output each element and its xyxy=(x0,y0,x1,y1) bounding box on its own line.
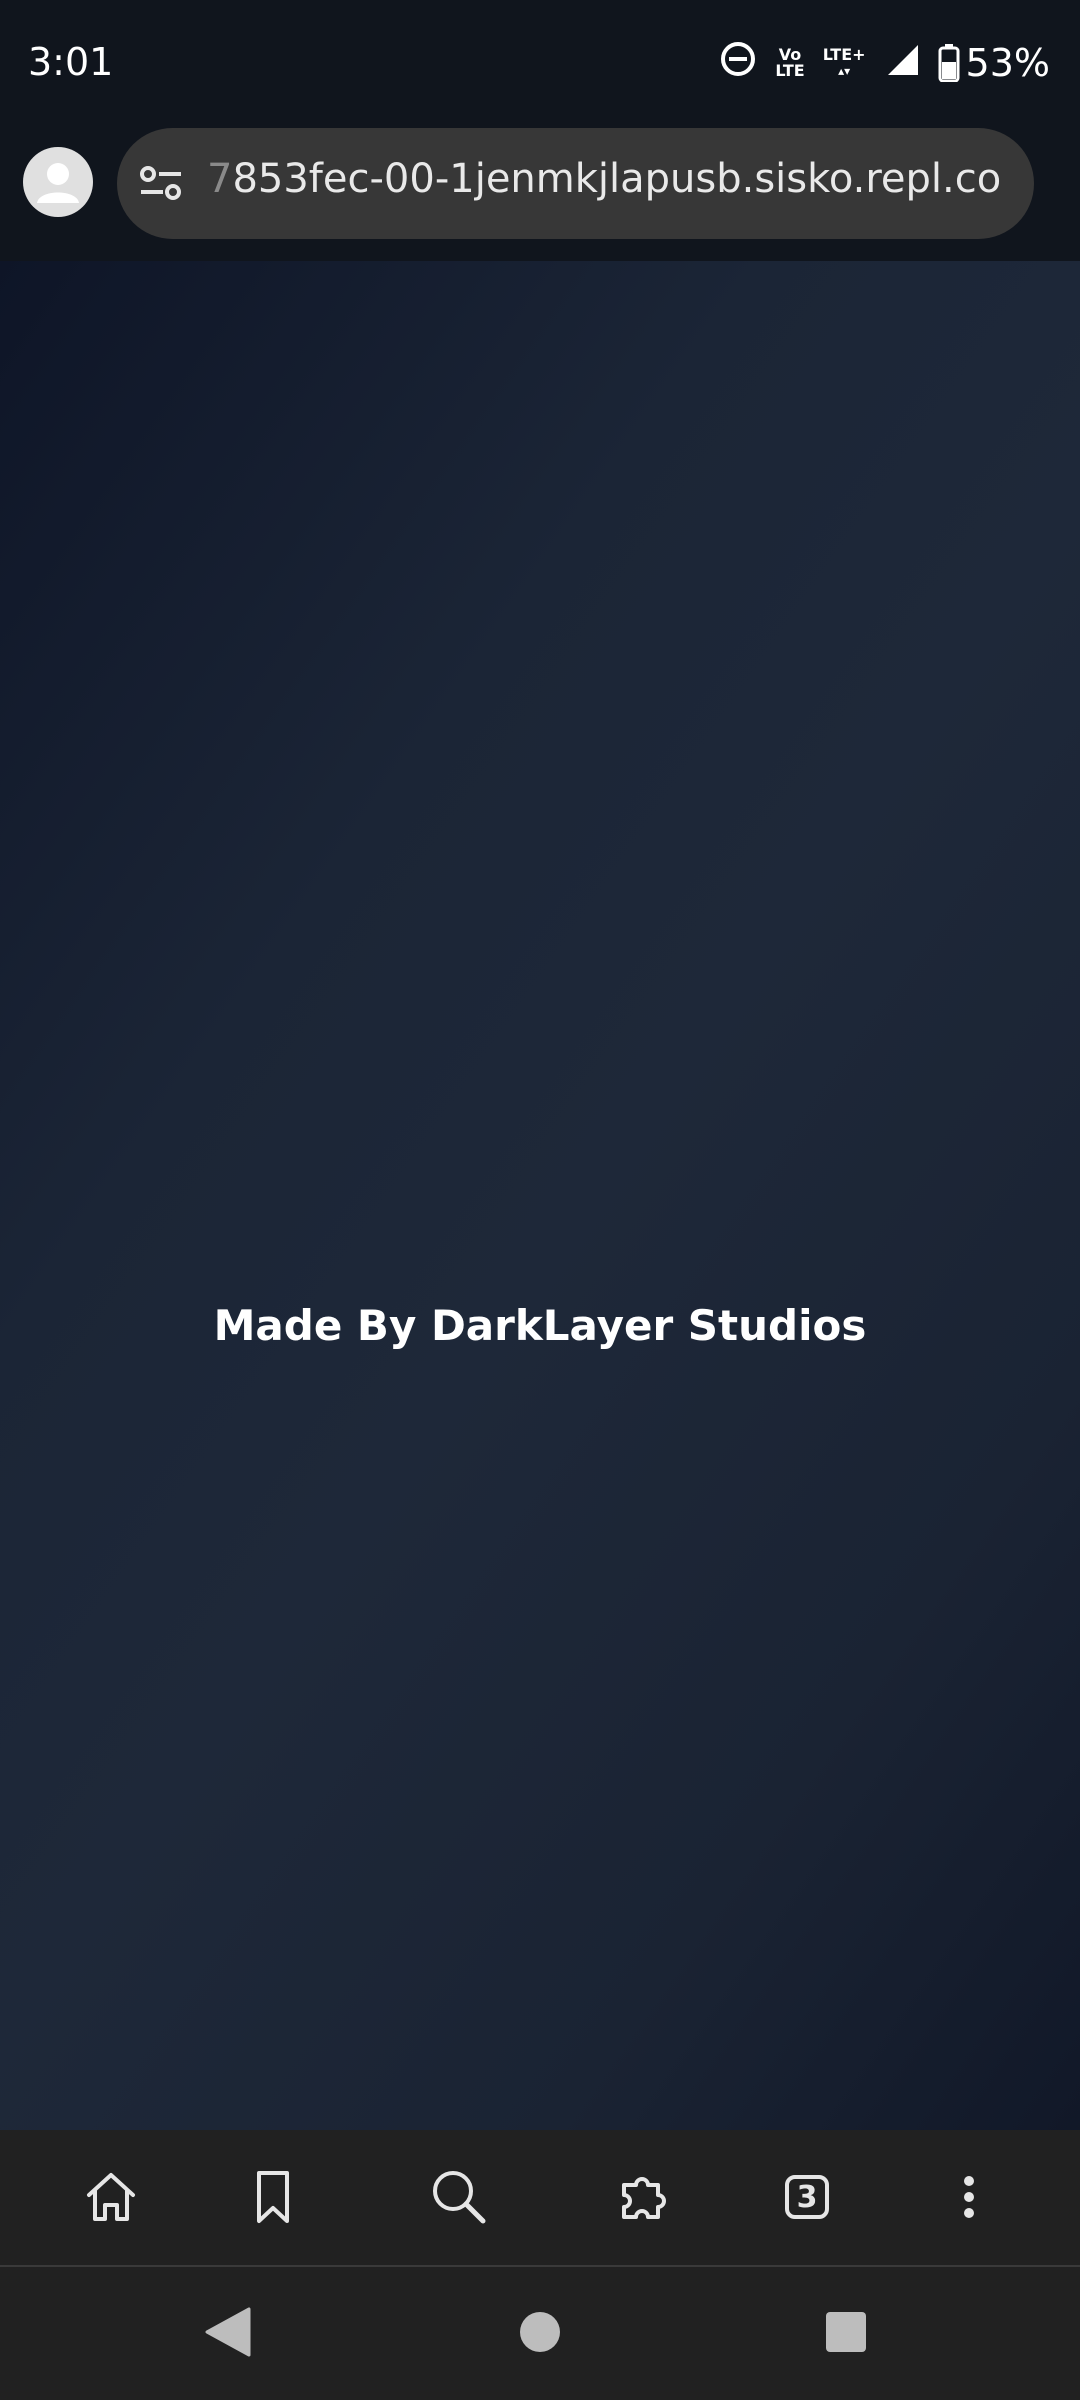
system-nav-bar xyxy=(0,2267,1080,2400)
home-button[interactable] xyxy=(76,2162,146,2232)
address-bar[interactable]: 7853fec-00-1jenmkjlapusb.sisko.repl.co xyxy=(117,128,1034,239)
bookmark-icon xyxy=(257,2171,289,2223)
status-time: 3:01 xyxy=(28,40,114,84)
tabs-button[interactable]: 3 xyxy=(772,2162,842,2232)
site-settings-icon[interactable] xyxy=(139,164,183,209)
back-icon[interactable] xyxy=(205,2307,251,2362)
bookmark-button[interactable] xyxy=(238,2162,308,2232)
extensions-icon xyxy=(622,2177,666,2219)
network-label: LTE+ xyxy=(822,45,866,64)
browser-toolbar: 3 xyxy=(0,2130,1080,2267)
more-menu-button[interactable] xyxy=(934,2162,1004,2232)
credit-text: Made By DarkLayer Studios xyxy=(213,1301,867,1350)
do-not-disturb-icon xyxy=(719,40,757,87)
tabs-icon: 3 xyxy=(785,2175,829,2219)
url-fade-char: 7 xyxy=(207,156,233,202)
search-icon xyxy=(433,2171,486,2224)
web-content: Made By DarkLayer Studios xyxy=(0,261,1080,2130)
home-icon xyxy=(87,2173,135,2221)
status-icons: Vo LTE LTE+ ▴▾ 53% xyxy=(719,38,1050,88)
battery-icon xyxy=(938,44,960,82)
more-menu-icon xyxy=(964,2176,974,2218)
browser-top-bar: 7853fec-00-1jenmkjlapusb.sisko.repl.co xyxy=(0,126,1080,261)
lte-plus-icon: LTE+ ▴▾ xyxy=(822,45,866,79)
volte-label-bottom: LTE xyxy=(775,61,805,80)
volte-icon: Vo LTE xyxy=(775,47,804,79)
url-main: 853fec-00-1jenmkjlapusb.sisko.repl.co xyxy=(232,156,1002,202)
battery-percent: 53% xyxy=(965,41,1050,85)
account-avatar-icon[interactable] xyxy=(23,147,93,217)
signal-icon xyxy=(884,41,920,86)
search-button[interactable] xyxy=(424,2162,494,2232)
url-text[interactable]: 7853fec-00-1jenmkjlapusb.sisko.repl.co xyxy=(207,156,1015,202)
extensions-button[interactable] xyxy=(611,2162,681,2232)
status-bar: 3:01 Vo LTE LTE+ ▴▾ 53% xyxy=(0,0,1080,126)
home-circle-icon[interactable] xyxy=(519,2307,561,2362)
recents-icon[interactable] xyxy=(824,2307,868,2362)
battery-indicator: 53% xyxy=(938,41,1050,85)
